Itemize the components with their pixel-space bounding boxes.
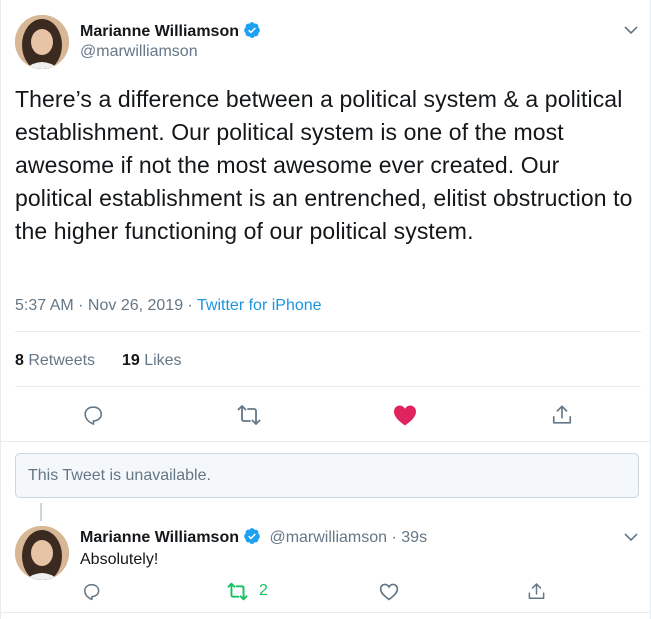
reply-timestamp[interactable]: 39s bbox=[401, 529, 427, 546]
likes-count: 19 bbox=[121, 352, 140, 369]
thread-connector bbox=[40, 503, 42, 521]
tweet-text: There’s a difference between a political… bbox=[15, 86, 633, 244]
reply-author-line: Marianne Williamson @marwilliamson · 39s bbox=[80, 527, 427, 550]
retweets-label: Retweets bbox=[23, 352, 96, 369]
tweet-source-link[interactable]: Twitter for iPhone bbox=[197, 297, 322, 314]
reply-share-button[interactable] bbox=[525, 580, 547, 602]
like-button[interactable] bbox=[392, 402, 418, 428]
like-icon bbox=[393, 404, 417, 426]
tweet-meta: 5:37 AM · Nov 26, 2019 · Twitter for iPh… bbox=[15, 297, 322, 315]
reply-text: Absolutely! bbox=[80, 551, 159, 568]
avatar[interactable] bbox=[15, 15, 69, 69]
divider bbox=[15, 386, 641, 387]
reply-like-button[interactable] bbox=[378, 580, 400, 602]
reply-reply-button[interactable] bbox=[80, 580, 102, 602]
retweets-count: 8 bbox=[15, 352, 24, 369]
reply-avatar[interactable] bbox=[15, 526, 69, 580]
unavailable-tweet-notice: This Tweet is unavailable. bbox=[15, 453, 639, 498]
like-icon bbox=[379, 582, 399, 601]
tweet-thread: Marianne Williamson @marwilliamson There… bbox=[0, 0, 651, 619]
verified-badge-icon bbox=[243, 527, 261, 550]
retweet-button[interactable] bbox=[236, 402, 262, 428]
reply-icon bbox=[82, 404, 104, 426]
verified-badge-icon bbox=[243, 21, 261, 44]
chevron-down-icon[interactable] bbox=[621, 527, 641, 547]
retweets-stat[interactable]: 8 Retweets bbox=[15, 352, 95, 369]
reply-author-handle[interactable]: @marwilliamson bbox=[269, 529, 387, 546]
reply-retweet-button[interactable]: 2 bbox=[227, 580, 277, 602]
share-button[interactable] bbox=[549, 402, 575, 428]
tweet-stats: 8 Retweets 19 Likes bbox=[15, 352, 182, 370]
chevron-down-icon[interactable] bbox=[621, 20, 641, 40]
tweet-timestamp[interactable]: 5:37 AM · Nov 26, 2019 · bbox=[15, 297, 197, 314]
reply-retweet-count: 2 bbox=[259, 582, 268, 599]
share-icon bbox=[551, 404, 573, 426]
retweet-icon bbox=[237, 404, 261, 426]
reply-button[interactable] bbox=[80, 402, 106, 428]
retweet-icon bbox=[227, 582, 248, 601]
reply-icon bbox=[82, 582, 101, 601]
share-icon bbox=[527, 582, 546, 601]
divider bbox=[1, 441, 651, 442]
divider bbox=[15, 331, 641, 332]
author-handle[interactable]: @marwilliamson bbox=[80, 43, 198, 61]
reply-author-name[interactable]: Marianne Williamson bbox=[80, 529, 239, 546]
likes-label: Likes bbox=[139, 352, 182, 369]
divider bbox=[1, 612, 651, 613]
likes-stat[interactable]: 19 Likes bbox=[122, 352, 182, 369]
reply-separator: · bbox=[387, 529, 402, 546]
author-name[interactable]: Marianne Williamson bbox=[80, 23, 239, 40]
author-line[interactable]: Marianne Williamson bbox=[80, 21, 261, 41]
